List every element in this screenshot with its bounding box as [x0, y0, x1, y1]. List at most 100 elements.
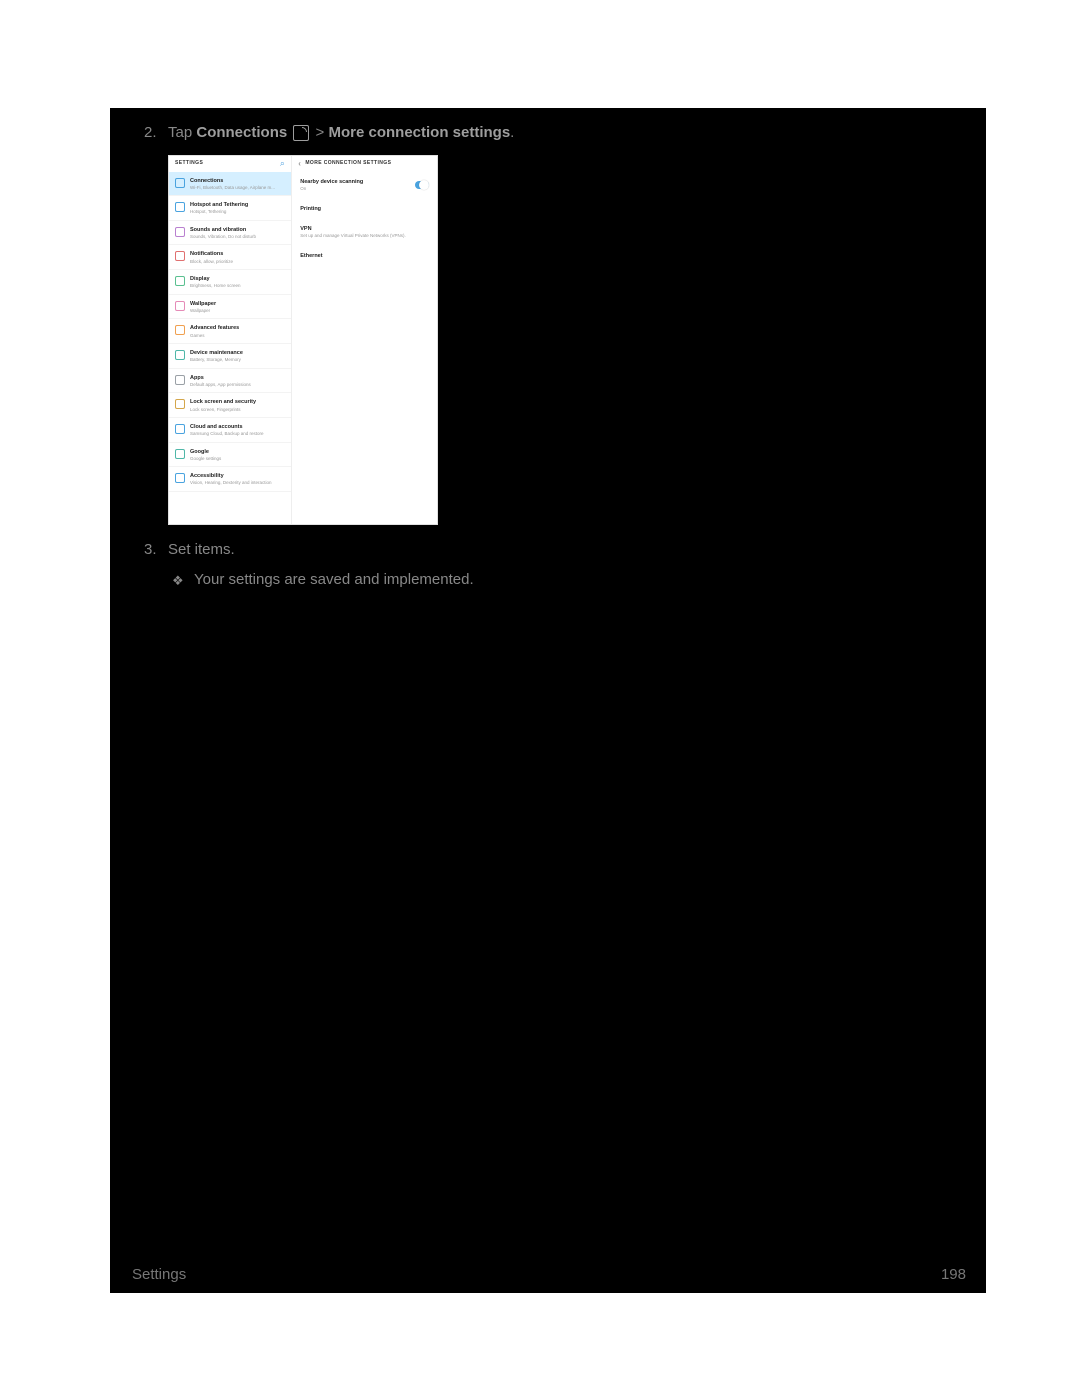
settings-item-title: Lock screen and security — [190, 398, 256, 406]
settings-item: DisplayBrightness, Home screen — [169, 270, 291, 295]
connections-icon — [293, 125, 309, 141]
detail-item: VPNSet up and manage Virtual Private Net… — [292, 219, 437, 246]
settings-item-icon — [175, 473, 185, 483]
settings-list: ConnectionsWi-Fi, Bluetooth, Data usage,… — [169, 172, 291, 524]
step2-bold2: More connection settings — [328, 124, 510, 141]
settings-item-desc: Brightness, Home screen — [190, 283, 241, 288]
detail-item: Ethernet — [292, 246, 437, 266]
settings-item-text: DisplayBrightness, Home screen — [190, 275, 241, 289]
settings-item-desc: Battery, Storage, Memory — [190, 357, 243, 362]
settings-item-title: Accessibility — [190, 472, 271, 480]
settings-item: Lock screen and securityLock screen, Fin… — [169, 393, 291, 418]
settings-item-desc: Wallpaper — [190, 308, 216, 313]
settings-item-icon — [175, 276, 185, 286]
settings-item-icon — [175, 325, 185, 335]
settings-item-desc: Wi-Fi, Bluetooth, Data usage, Airplane m… — [190, 185, 275, 190]
settings-item-title: Notifications — [190, 250, 233, 258]
back-icon: ‹ — [298, 158, 301, 170]
screenshot-right-pane: ‹ MORE CONNECTION SETTINGS Nearby device… — [292, 156, 437, 524]
step-2: Tap Connections > More connection settin… — [168, 122, 962, 525]
settings-item-desc: Sounds, Vibration, Do not disturb — [190, 234, 256, 239]
page-footer: Settings 198 — [132, 1266, 966, 1283]
right-header-text: MORE CONNECTION SETTINGS — [305, 160, 391, 168]
settings-item: ConnectionsWi-Fi, Bluetooth, Data usage,… — [169, 172, 291, 197]
step2-bold1: Connections — [196, 124, 287, 141]
settings-item-title: Cloud and accounts — [190, 423, 264, 431]
settings-item-title: Advanced features — [190, 324, 239, 332]
detail-item-title: Nearby device scanning — [300, 178, 363, 186]
settings-item-text: Hotspot and TetheringHotspot, Tethering — [190, 201, 248, 215]
settings-item-text: Device maintenanceBattery, Storage, Memo… — [190, 349, 243, 363]
detail-item-desc: Set up and manage Virtual Private Networ… — [300, 233, 429, 240]
settings-item-title: Hotspot and Tethering — [190, 201, 248, 209]
settings-item-icon — [175, 375, 185, 385]
settings-screenshot: SETTINGS ⌕ ConnectionsWi-Fi, Bluetooth, … — [168, 155, 438, 525]
settings-item-text: GoogleGoogle settings — [190, 448, 221, 462]
settings-item-title: Device maintenance — [190, 349, 243, 357]
page-content: Tap Connections > More connection settin… — [110, 108, 986, 592]
settings-item: Advanced featuresGames — [169, 319, 291, 344]
settings-item-icon — [175, 178, 185, 188]
step-3-text: Set items. — [168, 541, 235, 558]
screenshot-right-header: ‹ MORE CONNECTION SETTINGS — [292, 156, 437, 172]
settings-item-icon — [175, 399, 185, 409]
step-3: Set items. Your settings are saved and i… — [168, 539, 962, 592]
settings-item-icon — [175, 202, 185, 212]
screenshot-left-pane: SETTINGS ⌕ ConnectionsWi-Fi, Bluetooth, … — [169, 156, 292, 524]
settings-item-icon — [175, 301, 185, 311]
detail-item: Nearby device scanningOn — [292, 172, 437, 199]
footer-section: Settings — [132, 1266, 186, 1283]
settings-item-text: NotificationsBlock, allow, prioritize — [190, 250, 233, 264]
settings-item: Hotspot and TetheringHotspot, Tethering — [169, 196, 291, 221]
detail-item-title: Ethernet — [300, 252, 429, 260]
settings-item-icon — [175, 251, 185, 261]
step2-post: . — [510, 124, 514, 141]
result-bullet: Your settings are saved and implemented. — [194, 569, 962, 592]
settings-item-desc: Default apps, App permissions — [190, 382, 251, 387]
search-icon: ⌕ — [280, 157, 285, 171]
settings-item: AppsDefault apps, App permissions — [169, 369, 291, 394]
settings-item-title: Connections — [190, 177, 275, 185]
settings-item-text: Sounds and vibrationSounds, Vibration, D… — [190, 226, 256, 240]
settings-item-desc: Block, allow, prioritize — [190, 259, 233, 264]
settings-item-desc: Samsung Cloud, Backup and restore — [190, 431, 264, 436]
settings-item-desc: Vision, Hearing, Dexterity and interacti… — [190, 480, 271, 485]
settings-item-title: Display — [190, 275, 241, 283]
settings-item-text: AccessibilityVision, Hearing, Dexterity … — [190, 472, 271, 486]
settings-item: WallpaperWallpaper — [169, 295, 291, 320]
settings-item-text: AppsDefault apps, App permissions — [190, 374, 251, 388]
settings-item: AccessibilityVision, Hearing, Dexterity … — [169, 467, 291, 492]
settings-item-icon — [175, 350, 185, 360]
settings-item: Device maintenanceBattery, Storage, Memo… — [169, 344, 291, 369]
result-list: Your settings are saved and implemented. — [194, 569, 962, 592]
toggle-switch — [415, 181, 429, 189]
manual-page: Tap Connections > More connection settin… — [110, 108, 986, 1293]
step2-mid: > — [311, 124, 328, 141]
step2-pre: Tap — [168, 124, 196, 141]
step-list: Tap Connections > More connection settin… — [168, 122, 962, 592]
settings-item-title: Google — [190, 448, 221, 456]
settings-item-title: Wallpaper — [190, 300, 216, 308]
left-header-text: SETTINGS — [175, 160, 203, 168]
settings-item: Cloud and accountsSamsung Cloud, Backup … — [169, 418, 291, 443]
settings-item-text: Advanced featuresGames — [190, 324, 239, 338]
settings-item-desc: Games — [190, 333, 239, 338]
settings-item-text: ConnectionsWi-Fi, Bluetooth, Data usage,… — [190, 177, 275, 191]
settings-item-text: Cloud and accountsSamsung Cloud, Backup … — [190, 423, 264, 437]
detail-item-desc: On — [300, 186, 363, 193]
footer-page-number: 198 — [941, 1266, 966, 1283]
right-pane-list: Nearby device scanningOn Printing VPNSet u… — [292, 172, 437, 267]
step-2-text: Tap Connections > More connection settin… — [168, 124, 514, 141]
detail-item-title: Printing — [300, 205, 429, 213]
settings-item-text: Lock screen and securityLock screen, Fin… — [190, 398, 256, 412]
screenshot-left-header: SETTINGS ⌕ — [169, 156, 291, 172]
settings-item-icon — [175, 424, 185, 434]
settings-item: Sounds and vibrationSounds, Vibration, D… — [169, 221, 291, 246]
settings-item-icon — [175, 449, 185, 459]
settings-item-icon — [175, 227, 185, 237]
settings-item-desc: Google settings — [190, 456, 221, 461]
detail-item-title: VPN — [300, 225, 429, 233]
settings-item: NotificationsBlock, allow, prioritize — [169, 245, 291, 270]
settings-item-title: Apps — [190, 374, 251, 382]
settings-item-desc: Hotspot, Tethering — [190, 209, 248, 214]
